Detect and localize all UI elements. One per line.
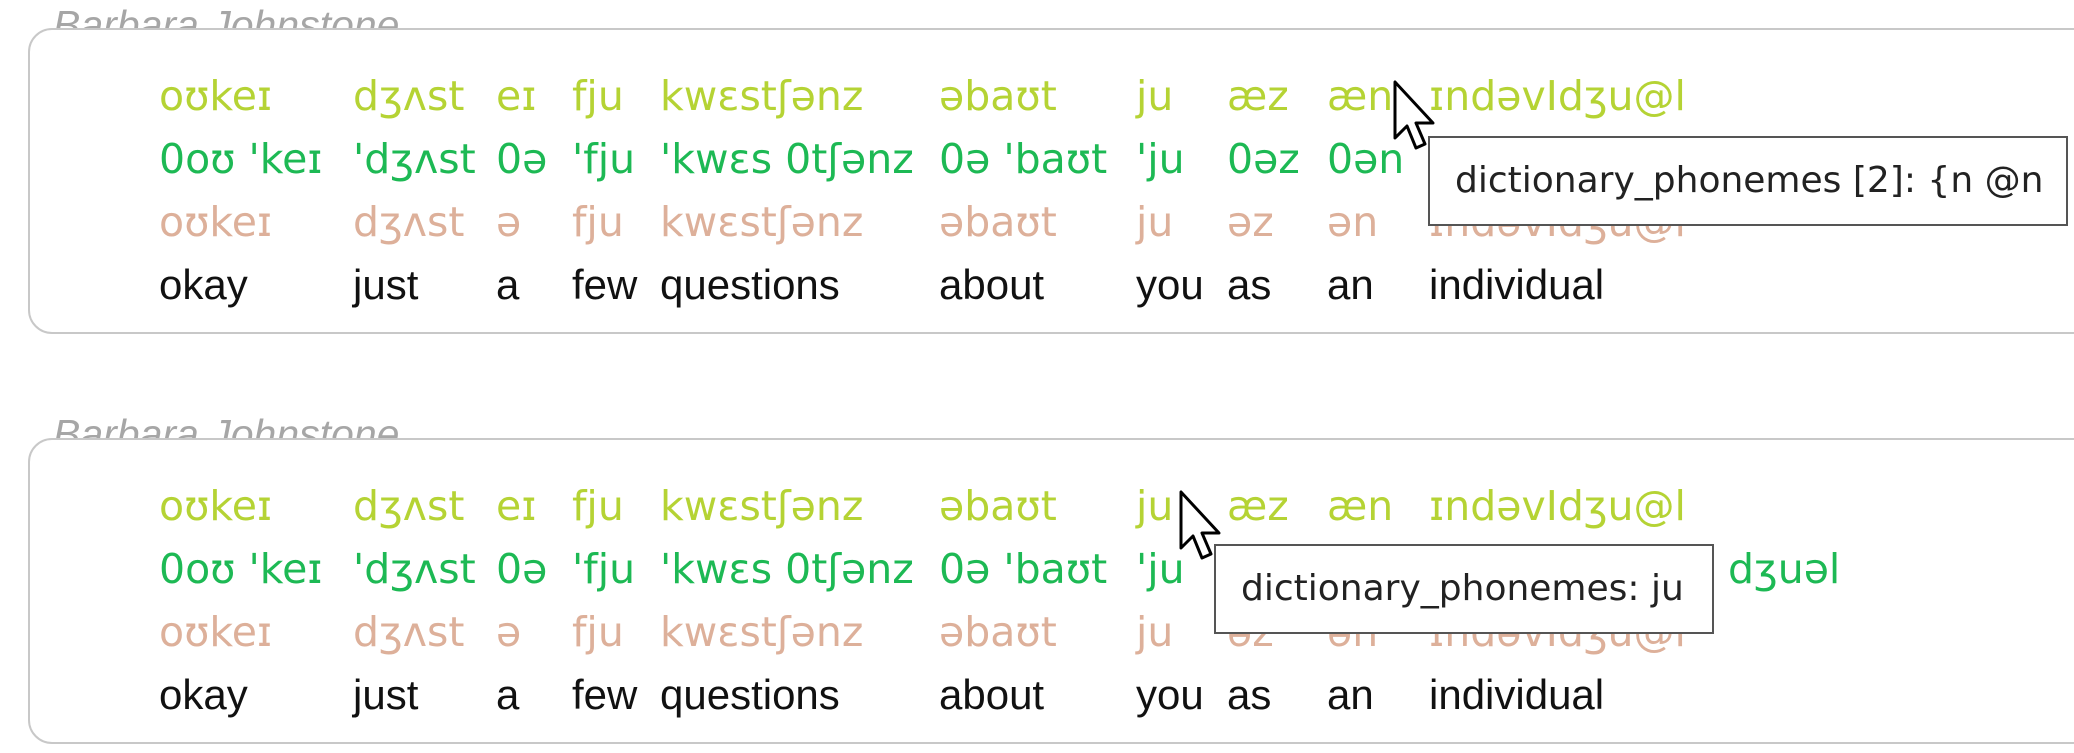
- token[interactable]: 'fju: [572, 129, 635, 189]
- token[interactable]: 'dʒʌst: [353, 539, 476, 599]
- token[interactable]: dʒʌst: [353, 66, 464, 126]
- word[interactable]: an: [1327, 255, 1374, 315]
- token[interactable]: fju: [572, 66, 624, 126]
- token[interactable]: oʊkeɪ: [159, 192, 272, 252]
- token[interactable]: eɪ: [496, 66, 536, 126]
- token[interactable]: æz: [1227, 66, 1289, 126]
- token[interactable]: əbaʊt: [939, 476, 1057, 536]
- word[interactable]: an: [1327, 665, 1374, 725]
- token[interactable]: kwɛstʃənz: [660, 602, 863, 662]
- token[interactable]: æn: [1327, 476, 1393, 536]
- token[interactable]: 'ju: [1136, 129, 1185, 189]
- token[interactable]: əz: [1227, 192, 1274, 252]
- token[interactable]: 'kwɛs 0tʃənz: [660, 129, 914, 189]
- word[interactable]: just: [353, 665, 418, 725]
- token[interactable]: ɪndəvIdʒu@l: [1429, 66, 1686, 126]
- token[interactable]: ən: [1327, 192, 1378, 252]
- word[interactable]: a: [496, 255, 519, 315]
- word[interactable]: as: [1227, 255, 1271, 315]
- word[interactable]: about: [939, 255, 1044, 315]
- token[interactable]: kwɛstʃənz: [660, 192, 863, 252]
- token[interactable]: dʒuəl: [1728, 539, 1840, 599]
- token[interactable]: ə: [496, 192, 521, 252]
- token[interactable]: 'ju: [1136, 539, 1185, 599]
- word[interactable]: questions: [660, 255, 840, 315]
- token[interactable]: ju: [1136, 66, 1173, 126]
- token[interactable]: 'kwɛs 0tʃənz: [660, 539, 914, 599]
- token[interactable]: 0ə: [496, 539, 547, 599]
- token[interactable]: kwɛstʃənz: [660, 66, 863, 126]
- token[interactable]: ju: [1136, 476, 1173, 536]
- word[interactable]: about: [939, 665, 1044, 725]
- token[interactable]: fju: [572, 192, 624, 252]
- token[interactable]: ju: [1136, 192, 1173, 252]
- token[interactable]: æn: [1327, 66, 1393, 126]
- token[interactable]: əbaʊt: [939, 66, 1057, 126]
- token[interactable]: ɪndəvIdʒu@l: [1429, 476, 1686, 536]
- token[interactable]: dʒʌst: [353, 602, 464, 662]
- token[interactable]: fju: [572, 476, 624, 536]
- token[interactable]: 0ə 'baʊt: [939, 129, 1107, 189]
- token[interactable]: dʒʌst: [353, 476, 464, 536]
- word[interactable]: okay: [159, 255, 248, 315]
- word[interactable]: just: [353, 255, 418, 315]
- token[interactable]: dʒʌst: [353, 192, 464, 252]
- token[interactable]: æz: [1227, 476, 1289, 536]
- token[interactable]: 0oʊ 'keɪ: [159, 539, 323, 599]
- token[interactable]: 0ə 'baʊt: [939, 539, 1107, 599]
- token[interactable]: 0oʊ 'keɪ: [159, 129, 323, 189]
- token[interactable]: oʊkeɪ: [159, 66, 272, 126]
- word[interactable]: you: [1136, 665, 1204, 725]
- word[interactable]: a: [496, 665, 519, 725]
- mouse-cursor-icon: [1179, 490, 1221, 560]
- token[interactable]: kwɛstʃənz: [660, 476, 863, 536]
- token[interactable]: ju: [1136, 602, 1173, 662]
- word[interactable]: questions: [660, 665, 840, 725]
- word[interactable]: few: [572, 665, 637, 725]
- tooltip: dictionary_phonemes: ju: [1214, 544, 1714, 634]
- token[interactable]: əbaʊt: [939, 192, 1057, 252]
- token[interactable]: oʊkeɪ: [159, 602, 272, 662]
- word[interactable]: you: [1136, 255, 1204, 315]
- word[interactable]: as: [1227, 665, 1271, 725]
- token[interactable]: 'fju: [572, 539, 635, 599]
- mouse-cursor-icon: [1393, 80, 1435, 150]
- annotation-box: oʊkeɪ dʒʌst eɪ fju kwɛstʃənz əbaʊt ju æz…: [28, 438, 2074, 744]
- word[interactable]: individual: [1429, 665, 1604, 725]
- token[interactable]: 0əz: [1227, 129, 1300, 189]
- token[interactable]: 0ə: [496, 129, 547, 189]
- word[interactable]: okay: [159, 665, 248, 725]
- token[interactable]: fju: [572, 602, 624, 662]
- word[interactable]: few: [572, 255, 637, 315]
- word[interactable]: individual: [1429, 255, 1604, 315]
- token[interactable]: oʊkeɪ: [159, 476, 272, 536]
- token[interactable]: eɪ: [496, 476, 536, 536]
- token[interactable]: ə: [496, 602, 521, 662]
- tooltip: dictionary_phonemes [2]: {n @n: [1428, 136, 2068, 226]
- token[interactable]: əbaʊt: [939, 602, 1057, 662]
- token[interactable]: 'dʒʌst: [353, 129, 476, 189]
